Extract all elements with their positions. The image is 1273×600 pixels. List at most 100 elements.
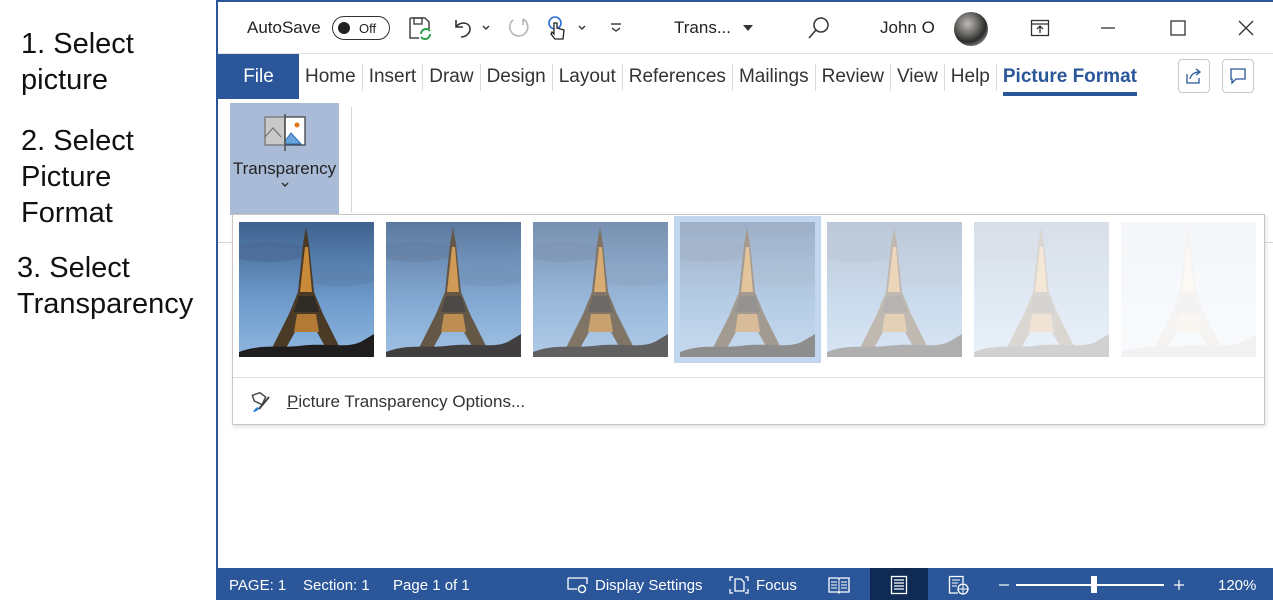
screen: 1. Select picture 2. Select Picture Form…: [0, 0, 1273, 600]
eiffel-tower-thumbnail: [239, 222, 374, 357]
transparency-preset-5[interactable]: [974, 222, 1109, 357]
zoom-in-button[interactable]: [1173, 568, 1185, 600]
transparency-preset-4[interactable]: [827, 222, 962, 357]
undo-dropdown[interactable]: [480, 14, 492, 42]
instruction-step-2: 2. Select Picture Format: [21, 125, 134, 229]
ribbon-display-options-button[interactable]: [1028, 14, 1052, 42]
tab-insert[interactable]: Insert: [363, 54, 423, 99]
search-button[interactable]: [806, 14, 832, 42]
tab-references[interactable]: References: [623, 54, 732, 99]
tab-help[interactable]: Help: [945, 54, 996, 99]
page-number-status[interactable]: PAGE: 1: [229, 568, 286, 600]
zoom-slider-track[interactable]: [1016, 584, 1164, 586]
section-status[interactable]: Section: 1: [303, 568, 370, 600]
web-layout-button[interactable]: [948, 568, 970, 600]
comment-icon: [1230, 68, 1246, 85]
eiffel-tower-thumbnail: [827, 222, 962, 357]
comments-button[interactable]: [1222, 59, 1254, 93]
user-name[interactable]: John O: [880, 14, 935, 42]
chevron-down-icon: [482, 25, 490, 30]
redo-button[interactable]: [505, 14, 533, 42]
share-icon: [1186, 68, 1202, 84]
close-button[interactable]: [1234, 14, 1258, 42]
tab-view[interactable]: View: [891, 54, 944, 99]
gallery-divider: [233, 377, 1264, 378]
minimize-button[interactable]: [1096, 14, 1120, 42]
instruction-step-1: 1. Select picture: [21, 28, 134, 96]
transparency-preset-0[interactable]: [239, 222, 374, 357]
save-button[interactable]: [406, 14, 434, 42]
toggle-knob: [338, 22, 350, 34]
autosave-state: Off: [359, 20, 377, 36]
display-settings-label: Display Settings: [595, 576, 703, 594]
transparency-preset-2[interactable]: [533, 222, 668, 357]
transparency-preset-1[interactable]: [386, 222, 521, 357]
save-icon: [409, 17, 431, 40]
document-title: Trans...: [674, 18, 731, 37]
eiffel-tower-thumbnail: [533, 222, 668, 357]
zoom-slider-thumb[interactable]: [1091, 576, 1098, 593]
print-layout-button[interactable]: [890, 568, 908, 600]
tab-file[interactable]: File: [218, 54, 299, 99]
autosave-toggle[interactable]: Off: [332, 16, 390, 40]
ribbon-group-divider: [351, 107, 352, 212]
transparency-button[interactable]: Transparency: [230, 103, 339, 215]
close-icon: [1238, 20, 1254, 36]
focus-icon: [729, 576, 749, 594]
transparency-preset-3[interactable]: [674, 216, 821, 363]
status-bar: PAGE: 1 Section: 1 Page 1 of 1 Display S…: [218, 568, 1273, 600]
tab-layout[interactable]: Layout: [553, 54, 622, 99]
customize-toolbar-icon: [611, 23, 621, 32]
tab-home[interactable]: Home: [299, 54, 362, 99]
eiffel-tower-thumbnail: [680, 222, 815, 357]
chevron-down-icon: [578, 25, 586, 30]
options-label-text: icture Transparency Options...: [298, 392, 526, 411]
paint-bucket-icon: [251, 391, 270, 412]
focus-button[interactable]: Focus: [728, 568, 797, 600]
touch-mode-button[interactable]: [544, 14, 570, 42]
share-button[interactable]: [1178, 59, 1210, 93]
transparency-presets: [239, 216, 1256, 363]
instruction-step-3: 3. Select Transparency: [17, 252, 194, 320]
eiffel-tower-thumbnail: [1121, 222, 1256, 357]
tab-mailings[interactable]: Mailings: [733, 54, 815, 99]
picture-transparency-options-label: Picture Transparency Options...: [287, 392, 525, 412]
customize-toolbar-button[interactable]: [608, 14, 624, 42]
transparency-gallery: Picture Transparency Options...: [232, 214, 1265, 425]
web-layout-icon: [948, 575, 969, 595]
instructions-panel: 1. Select picture 2. Select Picture Form…: [0, 0, 216, 600]
tab-draw[interactable]: Draw: [423, 54, 479, 99]
tab-design[interactable]: Design: [481, 54, 552, 99]
undo-button[interactable]: [448, 14, 476, 42]
print-layout-icon: [890, 575, 908, 595]
zoom-out-button[interactable]: [998, 568, 1010, 600]
ribbon-tabs: File Home Insert Draw Design Layout Refe…: [218, 54, 1273, 101]
user-avatar[interactable]: [954, 12, 988, 46]
redo-icon: [508, 18, 529, 37]
transparency-icon: [263, 114, 306, 151]
minimize-icon: [1101, 27, 1115, 29]
chevron-down-icon: [280, 182, 289, 188]
display-settings-button[interactable]: Display Settings: [567, 568, 703, 600]
tab-review[interactable]: Review: [816, 54, 890, 99]
search-icon: [808, 17, 829, 39]
document-title-button[interactable]: Trans...: [674, 14, 753, 42]
transparency-label: Transparency: [232, 159, 337, 178]
page-count-status[interactable]: Page 1 of 1: [393, 568, 470, 600]
tab-picture-format[interactable]: Picture Format: [997, 54, 1143, 99]
word-window: AutoSave Off Trans... John O File Home I…: [216, 0, 1273, 600]
caret-down-icon: [743, 25, 753, 31]
eiffel-tower-thumbnail: [386, 222, 521, 357]
touch-mode-icon: [548, 16, 565, 40]
display-settings-icon: [567, 577, 588, 594]
read-mode-button[interactable]: [828, 568, 850, 600]
undo-icon: [455, 20, 471, 38]
transparency-preset-6[interactable]: [1121, 222, 1256, 357]
plus-icon: [1174, 580, 1184, 590]
read-mode-icon: [828, 577, 850, 594]
eiffel-tower-thumbnail: [974, 222, 1109, 357]
touch-mode-dropdown[interactable]: [576, 14, 588, 42]
zoom-level[interactable]: 120%: [1218, 568, 1256, 600]
maximize-button[interactable]: [1166, 14, 1190, 42]
picture-transparency-options-item[interactable]: Picture Transparency Options...: [249, 387, 525, 417]
